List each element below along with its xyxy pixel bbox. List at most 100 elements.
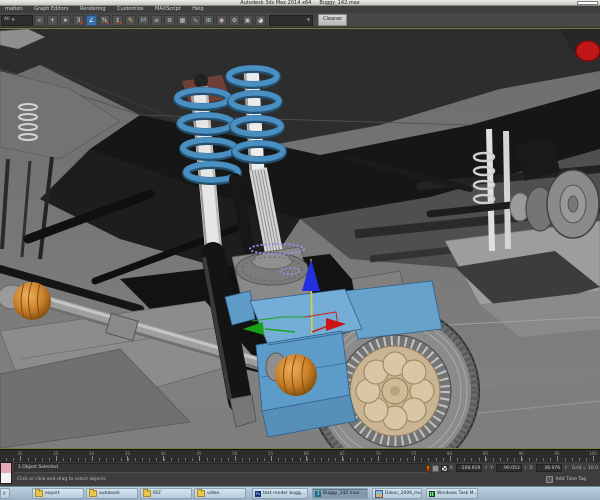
angle-snap-icon[interactable]: ∠	[86, 14, 97, 26]
frame-tick	[471, 458, 473, 461]
frame-tick	[27, 458, 29, 461]
grid-readout: Grid = 10.0	[571, 465, 598, 471]
layer-manager-icon[interactable]: ≣	[164, 14, 175, 26]
frame-tick	[335, 458, 337, 461]
frame-tick	[550, 458, 552, 461]
frame-tick	[328, 458, 330, 461]
select-and-link-icon[interactable]: ∞	[34, 14, 45, 26]
frame-tick	[228, 458, 229, 461]
frame-tick-major	[55, 456, 57, 461]
z-coordinate-field[interactable]: 36.976	[536, 464, 563, 472]
frame-tick	[142, 458, 143, 461]
x-spinner[interactable]: ↕	[484, 466, 488, 471]
material-editor-icon[interactable]: ◉	[216, 14, 227, 26]
frame-tick	[321, 458, 322, 461]
render-setup-icon[interactable]: ⚙	[229, 14, 240, 26]
frame-label: 20	[17, 451, 23, 456]
graphite-ribbon-icon[interactable]: ▦	[177, 14, 188, 26]
frame-label: 35	[124, 451, 130, 456]
taskbar-item-photoshop[interactable]: Ps test render bugg...	[252, 488, 308, 499]
infocenter-search-input[interactable]	[577, 1, 598, 5]
frame-label: 70	[375, 451, 381, 456]
frame-tick	[514, 458, 516, 461]
frame-tick	[70, 458, 72, 461]
frame-tick-major	[270, 456, 272, 461]
rendered-frame-icon[interactable]: ▣	[242, 14, 253, 26]
named-selection-sets-combo[interactable]: ▼	[269, 14, 313, 26]
spinner-snap-icon[interactable]: ↕ ◆	[112, 14, 123, 26]
select-object-icon[interactable]: ➤	[60, 14, 71, 26]
taskbar-item-export[interactable]: export	[32, 488, 84, 499]
isolate-selection-icon[interactable]	[425, 464, 430, 472]
track-bar[interactable]: 20 25 30 35 40 45 50 55 60 65 70 75 80 85 90 95 100	[0, 449, 600, 462]
maxscript-mini-listener[interactable]	[0, 462, 12, 484]
taskbar-item-autoback[interactable]: autoback	[86, 488, 138, 499]
frame-tick	[407, 458, 408, 461]
transform-type-in: X: -108.919 ↕ Y: -90.053 ↕ Z: 36.976 ↕ G…	[425, 463, 598, 473]
mirror-icon[interactable]: M	[138, 14, 149, 26]
snap-toggle-icon[interactable]: 3 ◆	[73, 14, 84, 26]
listener-macro-pane[interactable]	[1, 463, 11, 473]
menu-animation[interactable]: mation	[0, 6, 28, 13]
viewport-3d-scene[interactable]	[0, 29, 600, 448]
y-coordinate-field[interactable]: -90.053	[495, 464, 522, 472]
percent-snap-icon[interactable]: % ◆	[99, 14, 110, 26]
frame-tick	[500, 458, 501, 461]
render-production-icon[interactable]: ◕	[255, 14, 266, 26]
frame-tick	[63, 458, 65, 461]
select-and-move-icon[interactable]: +	[47, 14, 58, 26]
menu-customize[interactable]: Customize	[112, 6, 148, 13]
taskbar-item-clipped[interactable]: y	[0, 488, 10, 499]
add-time-tag-label[interactable]: Add Time Tag	[556, 477, 586, 482]
taskbar-item-image-viewer[interactable]: Dakar_2006_Hum...	[372, 488, 422, 499]
frame-label: 65	[339, 451, 345, 456]
z-spinner[interactable]: ↕	[564, 466, 568, 471]
x-coordinate-field[interactable]: -108.919	[456, 464, 483, 472]
selection-lock-icon[interactable]	[431, 464, 439, 472]
frame-tick	[507, 458, 509, 461]
frame-tick	[442, 458, 444, 461]
curve-editor-icon[interactable]: ∿	[190, 14, 201, 26]
frame-tick	[528, 458, 530, 461]
frame-tick	[242, 458, 244, 461]
frame-label: 90	[518, 451, 524, 456]
frame-tick-major	[163, 456, 165, 461]
frame-tick	[543, 458, 544, 461]
frame-tick-major	[20, 456, 21, 461]
frame-tick	[492, 458, 494, 461]
frame-tick	[278, 458, 280, 461]
frame-tick-major	[342, 456, 344, 461]
frame-label: 25	[53, 451, 59, 456]
schematic-view-icon[interactable]: ⊞	[203, 14, 214, 26]
frame-tick	[571, 458, 573, 461]
frame-tick-major	[413, 456, 415, 461]
cleaner-button[interactable]: Cleaner	[318, 14, 348, 26]
menu-help[interactable]: Help	[187, 6, 208, 13]
menu-maxscript[interactable]: MAXScript	[150, 6, 186, 13]
frame-tick	[13, 458, 15, 461]
selection-filter-combo[interactable]: All ▼	[1, 14, 33, 26]
frame-label: 55	[268, 451, 274, 456]
menu-rendering[interactable]: Rendering	[75, 6, 111, 13]
taskbar-item-ref[interactable]: REF	[140, 488, 192, 499]
align-icon[interactable]: ≡	[151, 14, 162, 26]
frame-tick	[421, 458, 423, 461]
taskbar-item-3dsmax-active[interactable]: 3 Buggy_142.max -...	[312, 488, 368, 499]
menu-graph-editors[interactable]: Graph Editors	[29, 6, 73, 13]
frame-tick	[356, 458, 358, 461]
y-spinner[interactable]: ↕	[524, 466, 528, 471]
keyboard-override-icon[interactable]: ✎	[125, 14, 136, 26]
snap-accent: ◆	[80, 21, 83, 25]
menu-bar: mation Graph Editors Rendering Customize…	[0, 6, 600, 13]
time-tag-row[interactable]: Add Time Tag	[545, 476, 586, 483]
listener-script-pane[interactable]	[1, 473, 11, 483]
frame-tick	[113, 458, 115, 461]
absolute-mode-icon[interactable]	[440, 464, 448, 472]
frame-tick	[364, 458, 365, 461]
taskbar-item-video[interactable]: video	[194, 488, 246, 499]
perspective-viewport[interactable]	[0, 28, 600, 449]
3dsmax-application-window: Autodesk 3ds Max 2014 x64 Buggy_142.max m…	[0, 0, 600, 500]
taskbar-item-task-manager[interactable]: Windows Task M...	[426, 488, 478, 499]
frame-tick	[299, 458, 301, 461]
frame-label: 30	[89, 451, 95, 456]
